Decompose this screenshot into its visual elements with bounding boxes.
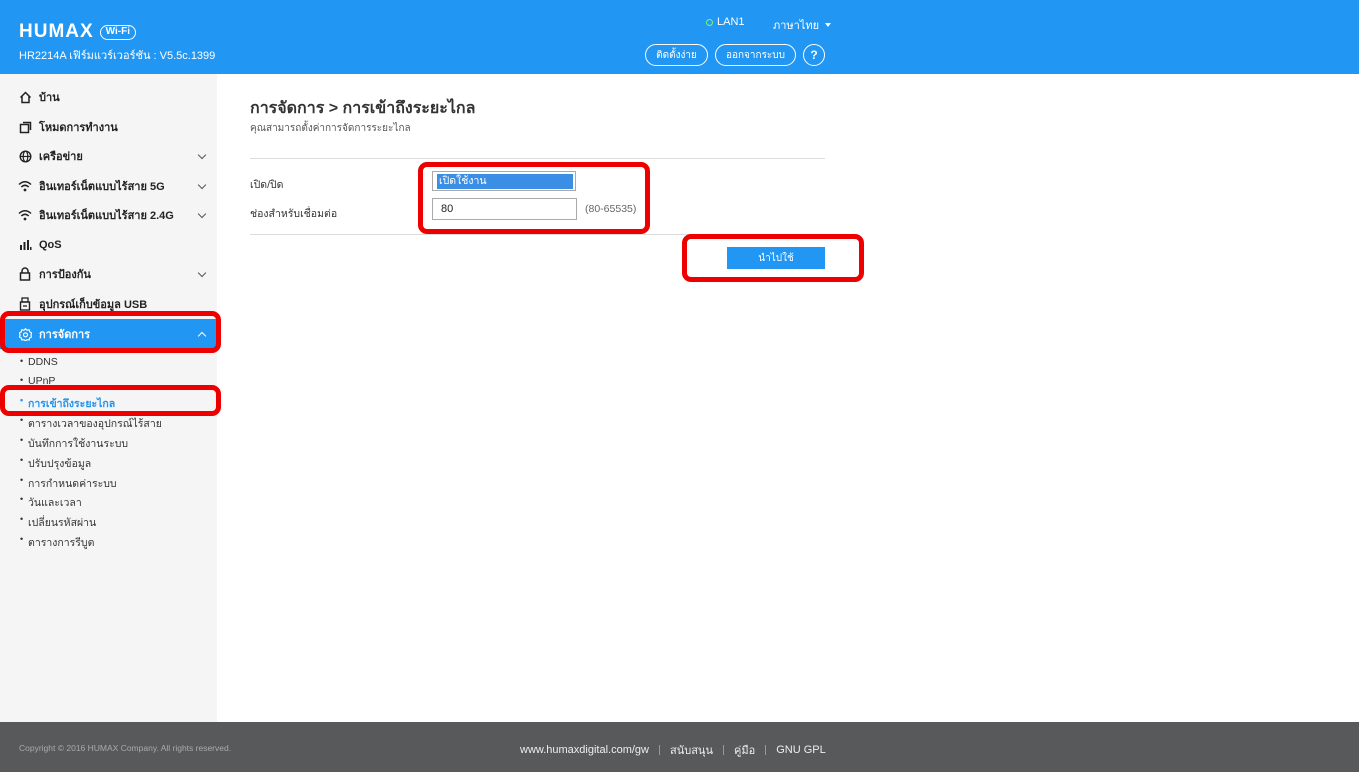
sidebar-item-label: QoS [39,239,62,251]
submenu-item-system-log[interactable]: บันทึกการใช้งานระบบ [20,435,128,452]
submenu-item-ddns[interactable]: DDNS [20,356,58,368]
bars-icon [18,238,32,252]
wifi-icon [18,208,32,222]
sidebar-item-label: บ้าน [39,92,60,104]
sidebar-item-label: การป้องกัน [39,269,91,281]
submenu-item-change-password[interactable]: เปลี่ยนรหัสผ่าน [20,514,96,531]
lock-icon [18,267,32,281]
mode-icon [18,120,32,134]
submenu-item-wireless-schedule[interactable]: ตารางเวลาของอุปกรณ์ไร้สาย [20,415,162,432]
sidebar-item-label: การจัดการ [39,329,91,341]
usb-icon [18,297,32,311]
divider [250,234,825,235]
sidebar-item-label: อินเทอร์เน็ตแบบไร้สาย 2.4G [39,210,174,222]
sidebar-item-qos[interactable]: QoS [0,230,217,260]
footer-link-support[interactable]: สนับสนุน [670,741,713,759]
sidebar-item-label: อุปกรณ์เก็บข้อมูล USB [39,299,148,311]
divider [250,158,825,159]
sidebar-item-wireless-24g[interactable]: อินเทอร์เน็ตแบบไร้สาย 2.4G [0,200,217,230]
port-range-hint: (80-65535) [585,203,637,215]
firmware-version: HR2214A เฟิร์มแวร์เวอร์ชัน : V5.5c.1399 [19,50,216,62]
footer-links: www.humaxdigital.com/gw สนับสนุน คู่มือ … [520,741,826,759]
chevron-down-icon [197,268,207,278]
wifi-badge: Wi-Fi [99,24,137,40]
footer-link-website[interactable]: www.humaxdigital.com/gw [520,744,649,756]
copyright-text: Copyright © 2016 HUMAX Company. All righ… [19,743,232,753]
humax-logo: HUMAX Wi-Fi [19,21,137,43]
divider [659,745,660,755]
sidebar-item-usb-storage[interactable]: อุปกรณ์เก็บข้อมูล USB [0,289,217,319]
lan-status-icon [706,18,713,26]
logout-button[interactable]: ออกจากระบบ [715,44,796,66]
footer: Copyright © 2016 HUMAX Company. All righ… [0,722,1359,772]
footer-link-manual[interactable]: คู่มือ [734,741,755,759]
help-button[interactable]: ? [803,44,825,66]
sidebar-item-label: เครือข่าย [39,151,83,163]
enable-select[interactable]: เปิดใช้งาน [432,171,576,191]
page-title: การจัดการ > การเข้าถึงระยะไกล [250,100,476,117]
page-subtitle: คุณสามารถตั้งค่าการจัดการระยะไกล [250,123,411,134]
apply-button[interactable]: นำไปใช้ [727,247,825,269]
divider [765,745,767,755]
sidebar-item-home[interactable]: บ้าน [0,82,217,112]
gear-icon [18,327,32,341]
sidebar-item-network[interactable]: เครือข่าย [0,141,217,171]
language-selector[interactable]: ภาษาไทย [773,16,832,34]
divider [722,745,724,755]
chevron-down-icon [197,209,207,219]
home-icon [18,90,32,104]
wifi-icon [18,179,32,193]
lan-status: LAN1 [706,16,745,28]
port-label: ช่องสำหรับเชื่อมต่อ [250,208,338,220]
sidebar-filler [0,554,217,722]
easy-setup-button[interactable]: ติดตั้งง่าย [645,44,708,66]
lan-status-label: LAN1 [717,16,745,28]
chevron-up-icon [197,331,207,341]
submenu-item-remote-access[interactable]: การเข้าถึงระยะไกล [20,395,115,412]
chevron-down-icon [197,150,207,160]
brand-name: HUMAX [19,21,94,42]
globe-icon [18,149,32,163]
chevron-down-icon [197,180,207,190]
language-label[interactable]: ภาษาไทย [773,16,819,34]
sidebar-item-management[interactable]: การจัดการ [0,319,217,349]
port-input[interactable] [432,198,577,220]
enable-label: เปิด/ปิด [250,179,284,191]
submenu-item-firmware-update[interactable]: ปรับปรุงข้อมูล [20,455,91,472]
enable-select-value[interactable]: เปิดใช้งาน [437,174,573,189]
submenu-item-system-config[interactable]: การกำหนดค่าระบบ [20,475,117,492]
sidebar-item-label: โหมดการทำงาน [39,122,118,134]
submenu-item-date-time[interactable]: วันและเวลา [20,494,82,511]
submenu-item-upnp[interactable]: UPnP [20,375,56,387]
footer-link-gpl[interactable]: GNU GPL [776,744,826,756]
sidebar-item-label: อินเทอร์เน็ตแบบไร้สาย 5G [39,181,165,193]
top-header: HUMAX Wi-Fi HR2214A เฟิร์มแวร์เวอร์ชัน :… [0,0,1359,74]
sidebar-item-security[interactable]: การป้องกัน [0,259,217,289]
submenu-item-reboot-schedule[interactable]: ตารางการรีบูต [20,534,94,551]
sidebar-item-wireless-5g[interactable]: อินเทอร์เน็ตแบบไร้สาย 5G [0,171,217,201]
chevron-down-icon[interactable] [825,23,832,27]
sidebar-item-mode[interactable]: โหมดการทำงาน [0,112,217,142]
